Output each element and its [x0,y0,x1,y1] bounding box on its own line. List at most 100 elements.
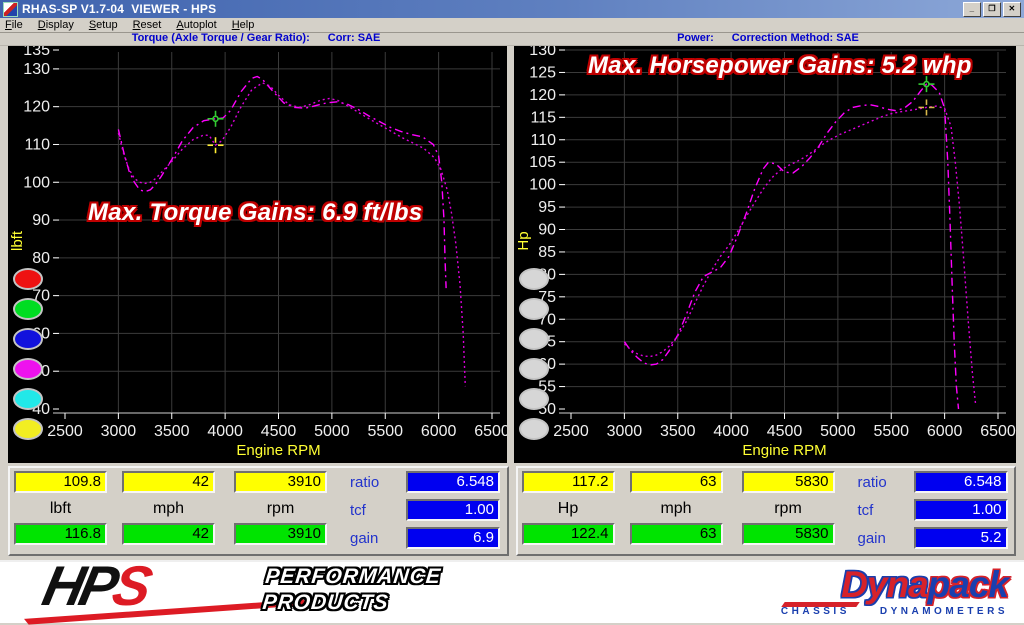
x-tick-label: 3500 [660,423,696,440]
torque-baseline-rpm-field: 3910 [234,471,327,493]
dynapack-wordmark: Dynapack [618,566,1008,604]
menu-item-help[interactable]: Help [232,19,255,31]
titlebar[interactable]: RHAS-SP V1.7-04 VIEWER - HPS _ ❐ ✕ [0,0,1024,18]
trace-button-5[interactable] [13,388,43,410]
y-tick-label: 135 [23,46,50,59]
torque-new-value-field: 116.8 [14,523,107,545]
torque-baseline-speed-field: 42 [122,471,215,493]
y-tick-label: 120 [529,87,556,104]
power-new-value-field: 122.4 [522,523,615,545]
y-tick-label: 105 [529,154,556,171]
menu-item-reset[interactable]: Reset [133,19,162,31]
ratio-label: ratio [858,474,887,491]
gain-label: gain [858,530,886,547]
hps-caption-line2: PRODUCTS [261,590,439,616]
torque-new-rpm-field: 3910 [234,523,327,545]
dynapack-dyna-text: Dyna [841,564,927,605]
trace-button-2[interactable] [13,298,43,320]
speed-unit-label: mph [630,500,723,518]
cursor-marker [208,111,224,127]
y-tick-label: 90 [538,222,556,239]
close-button[interactable]: ✕ [1003,2,1021,17]
dynapack-swoosh [781,602,860,607]
y-tick-label: 80 [32,250,50,267]
restore-button[interactable]: ❐ [983,2,1001,17]
hps-caption-line1: PERFORMANCE [264,564,442,590]
trace-button-1[interactable] [13,268,43,290]
power-ratio-field: 6.548 [914,471,1008,493]
y-tick-label: 125 [529,64,556,81]
charts-row: 2500300035004000450050005500600065004050… [0,46,1024,463]
trace-button-4[interactable] [13,358,43,380]
trace-button-3[interactable] [519,328,549,350]
dynapack-caption: CHASSIS DYNAMOMETERS [618,606,1008,617]
torque-gain-field: 6.9 [406,527,500,549]
x-tick-label: 6500 [980,423,1016,440]
hps-letters: HPS [38,556,154,616]
y-tick-label: 130 [529,46,556,59]
x-tick-label: 3000 [101,423,137,440]
torque-header-label: Torque (Axle Torque / Gear Ratio): [132,33,310,45]
x-tick-label: 5500 [367,423,403,440]
x-tick-label: 3000 [607,423,643,440]
x-tick-label: 5500 [873,423,909,440]
power-baseline-speed-field: 63 [630,471,723,493]
menu-item-autoplot[interactable]: Autoplot [176,19,216,31]
x-tick-label: 4000 [713,423,749,440]
y-axis-title: lbft [9,230,26,251]
trace-button-3[interactable] [13,328,43,350]
rpm-unit-label: rpm [742,500,835,518]
torque-correction-label: Corr: SAE [328,33,381,45]
x-tick-label: 2500 [47,423,83,440]
torque-readout-panel: 109.8 42 3910 lbft mph rpm 116.8 42 3910… [8,466,509,556]
trace-button-2[interactable] [519,298,549,320]
menubar: File Display Setup Reset Autoplot Help [0,18,1024,32]
y-tick-label: 110 [24,136,50,153]
gain-label: gain [350,530,378,547]
x-tick-label: 6000 [927,423,963,440]
tcf-label: tcf [858,502,874,519]
y-axis-title: Hp [515,231,532,250]
hps-logo: HPS PERFORMANCE PRODUCTS [26,562,476,622]
x-tick-label: 6000 [421,423,457,440]
power-unit-label: Hp [522,500,615,518]
trace-button-6[interactable] [519,418,549,440]
y-tick-label: 115 [530,109,556,126]
torque-plot[interactable]: 2500300035004000450050005500600065004050… [8,46,507,463]
power-new-rpm-field: 5830 [742,523,835,545]
app-icon [3,2,18,17]
speed-unit-label: mph [122,500,215,518]
curve-run-new [624,84,958,409]
minimize-button[interactable]: _ [963,2,981,17]
x-axis-title: Engine RPM [742,442,826,459]
torque-baseline-value-field: 109.8 [14,471,107,493]
trace-button-5[interactable] [519,388,549,410]
menu-item-display[interactable]: Display [38,19,74,31]
trace-button-6[interactable] [13,418,43,440]
torque-header: Torque (Axle Torque / Gear Ratio): Corr:… [0,33,512,45]
power-header: Power: Correction Method: SAE [512,33,1024,45]
torque-new-speed-field: 42 [122,523,215,545]
rpm-unit-label: rpm [234,500,327,518]
power-new-speed-field: 63 [630,523,723,545]
x-axis-title: Engine RPM [236,442,320,459]
power-chart-panel: 2500300035004000450050005500600065005055… [514,46,1016,463]
trace-button-1[interactable] [519,268,549,290]
x-tick-label: 4500 [767,423,803,440]
dynapack-caption-dynamometers: DYNAMOMETERS [880,606,1008,617]
window-title: RHAS-SP V1.7-04 VIEWER - HPS [22,2,216,16]
menu-item-file[interactable]: File [5,19,23,31]
torque-gains-annotation: Max. Torque Gains: 6.9 ft/lbs [88,199,423,227]
tcf-label: tcf [350,502,366,519]
chart-header-strip: Torque (Axle Torque / Gear Ratio): Corr:… [0,32,1024,46]
power-gain-field: 5.2 [914,527,1008,549]
curve-run-baseline [118,83,465,386]
power-readout-panel: 117.2 63 5830 Hp mph rpm 122.4 63 5830 r… [516,466,1017,556]
power-plot[interactable]: 2500300035004000450050005500600065005055… [514,46,1016,463]
y-tick-label: 130 [23,61,50,78]
y-tick-label: 120 [23,99,50,116]
y-tick-label: 110 [530,132,556,149]
data-strip: 109.8 42 3910 lbft mph rpm 116.8 42 3910… [0,463,1024,560]
menu-item-setup[interactable]: Setup [89,19,118,31]
trace-button-4[interactable] [519,358,549,380]
